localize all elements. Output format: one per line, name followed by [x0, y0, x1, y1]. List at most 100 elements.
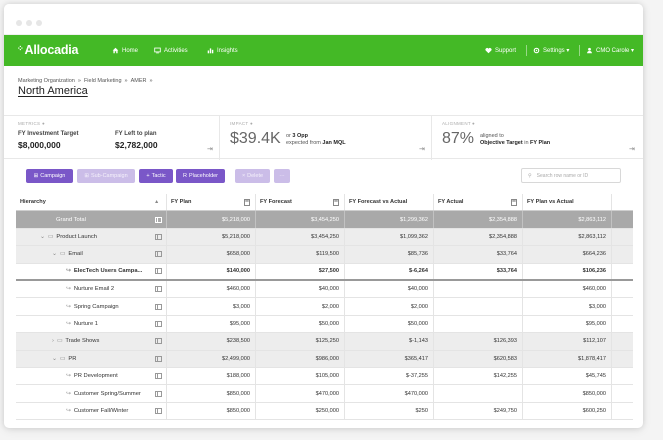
value-cell[interactable]: $125,250: [255, 333, 344, 350]
nav-home[interactable]: Home: [112, 47, 138, 54]
value-cell[interactable]: [433, 281, 522, 298]
hierarchy-cell[interactable]: ↪ Customer Spring/Summer: [16, 385, 166, 401]
value-cell[interactable]: $112,107: [522, 333, 611, 350]
table-row[interactable]: ⌄ ▭ PR $2,499,000 $986,000 $365,417 $620,583 $1…: [16, 350, 633, 368]
value-cell[interactable]: $470,000: [255, 385, 344, 402]
hierarchy-cell[interactable]: Grand Total: [16, 211, 166, 227]
breadcrumb-item[interactable]: AMER: [131, 78, 147, 84]
value-cell[interactable]: $365,417: [344, 350, 433, 367]
table-row[interactable]: ↪ Nurture 1 $95,000 $50,000 $50,000 $95,000: [16, 315, 633, 334]
value-cell[interactable]: $3,000: [522, 298, 611, 315]
window-close-dot[interactable]: [16, 20, 22, 26]
value-cell[interactable]: $850,000: [166, 402, 255, 420]
nav-user-menu[interactable]: CMO Carole ▾: [586, 47, 634, 54]
value-cell[interactable]: $2,000: [344, 298, 433, 315]
grand-total-row[interactable]: Grand Total $5,218,000 $3,454,250 $1,299,36…: [16, 211, 633, 229]
value-cell[interactable]: $850,000: [522, 385, 611, 402]
chevron-down-icon[interactable]: ⌄: [52, 356, 57, 362]
value-cell[interactable]: $1,099,362: [344, 228, 433, 246]
hierarchy-cell[interactable]: ⌄ ▭ PR: [16, 351, 166, 367]
value-cell[interactable]: $250,000: [255, 402, 344, 420]
value-cell[interactable]: $126,393: [433, 333, 522, 350]
value-cell[interactable]: $-1,143: [344, 333, 433, 350]
value-cell[interactable]: $27,500: [255, 263, 344, 279]
value-cell[interactable]: $3,454,250: [255, 211, 344, 228]
expand-alignment-icon[interactable]: ⇥: [629, 145, 635, 153]
hierarchy-cell[interactable]: ↪ Customer Fall/Winter: [16, 403, 166, 419]
header-fy-actual[interactable]: FY Actual: [433, 194, 522, 211]
calculator-icon[interactable]: [244, 198, 250, 206]
table-row[interactable]: ↪ Nurture Email 2 $460,000 $40,000 $40,000 $4…: [16, 281, 633, 299]
nav-insights[interactable]: Insights: [207, 47, 238, 54]
nav-activities[interactable]: Activities: [154, 47, 188, 54]
chevron-down-icon[interactable]: ⌄: [52, 251, 57, 257]
expand-metrics-icon[interactable]: ⇥: [207, 145, 213, 153]
value-cell[interactable]: $105,000: [255, 368, 344, 385]
value-cell[interactable]: $2,863,112: [522, 211, 611, 228]
value-cell[interactable]: $249,750: [433, 402, 522, 420]
value-cell[interactable]: $460,000: [166, 281, 255, 298]
value-cell[interactable]: $986,000: [255, 350, 344, 367]
value-cell[interactable]: $142,255: [433, 368, 522, 385]
value-cell[interactable]: [433, 385, 522, 402]
table-row[interactable]: ↪ Customer Fall/Winter $850,000 $250,000 $25…: [16, 402, 633, 421]
value-cell[interactable]: $188,000: [166, 368, 255, 385]
breadcrumb-item[interactable]: Marketing Organization: [18, 78, 75, 84]
value-cell[interactable]: $95,000: [166, 315, 255, 333]
value-cell[interactable]: $850,000: [166, 385, 255, 402]
value-cell[interactable]: $33,764: [433, 246, 522, 263]
hierarchy-cell[interactable]: ↪ PR Development: [16, 368, 166, 384]
value-cell[interactable]: $106,236: [522, 263, 611, 279]
hierarchy-cell[interactable]: ↪ Nurture Email 2: [16, 281, 166, 297]
row-details-icon[interactable]: [155, 390, 162, 397]
table-row[interactable]: ↪ PR Development $188,000 $105,000 $-37,255 $…: [16, 368, 633, 386]
table-row[interactable]: ↪ Customer Spring/Summer $850,000 $470,000 $…: [16, 385, 633, 403]
add-campaign-button[interactable]: ⊞ Campaign: [26, 169, 73, 183]
value-cell[interactable]: $1,299,362: [344, 211, 433, 228]
row-details-icon[interactable]: [155, 338, 162, 345]
value-cell[interactable]: $5,218,000: [166, 228, 255, 246]
row-details-icon[interactable]: [155, 320, 162, 327]
value-cell[interactable]: $2,000: [255, 298, 344, 315]
value-cell[interactable]: $238,500: [166, 333, 255, 350]
value-cell[interactable]: $40,000: [255, 281, 344, 298]
table-row[interactable]: ⌄ ▭ Email $658,000 $119,500 $85,736 $33,764 $66…: [16, 246, 633, 264]
add-placeholder-button[interactable]: R Placeholder: [176, 169, 225, 183]
value-cell[interactable]: $2,354,888: [433, 211, 522, 228]
value-cell[interactable]: $1,878,417: [522, 350, 611, 367]
value-cell[interactable]: $3,000: [166, 298, 255, 315]
add-tactic-button[interactable]: + Tactic: [139, 169, 173, 183]
hierarchy-cell[interactable]: › ▭ Trade Shows: [16, 333, 166, 349]
value-cell[interactable]: $600,250: [522, 402, 611, 420]
value-cell[interactable]: $140,000: [166, 263, 255, 279]
value-cell[interactable]: $460,000: [522, 281, 611, 298]
table-row[interactable]: ↪ Spring Campaign $3,000 $2,000 $2,000 $3,000: [16, 298, 633, 316]
row-details-icon[interactable]: [155, 303, 162, 310]
value-cell[interactable]: $50,000: [344, 315, 433, 333]
row-details-icon[interactable]: [155, 233, 162, 240]
nav-support[interactable]: Support: [485, 47, 516, 54]
hierarchy-cell[interactable]: ↪ Nurture 1: [16, 316, 166, 332]
value-cell[interactable]: $45,745: [522, 368, 611, 385]
value-cell[interactable]: $85,736: [344, 246, 433, 263]
row-details-icon[interactable]: [155, 251, 162, 258]
header-fy-plan-vs-actual[interactable]: FY Plan vs Actual: [522, 194, 611, 211]
calculator-icon[interactable]: [511, 198, 517, 206]
value-cell[interactable]: $119,500: [255, 246, 344, 263]
header-fy-forecast-vs-actual[interactable]: FY Forecast vs Actual: [344, 194, 433, 211]
table-row[interactable]: ⌄ ▭ Product Launch $5,218,000 $3,454,250 $1,0…: [16, 228, 633, 247]
row-details-icon[interactable]: [155, 373, 162, 380]
allocadia-logo[interactable]: ⁘ Allocadia: [17, 43, 78, 57]
value-cell[interactable]: $470,000: [344, 385, 433, 402]
header-fy-plan[interactable]: FY Plan: [166, 194, 255, 211]
value-cell[interactable]: $-37,255: [344, 368, 433, 385]
value-cell[interactable]: $658,000: [166, 246, 255, 263]
value-cell[interactable]: $664,236: [522, 246, 611, 263]
row-details-icon[interactable]: [155, 286, 162, 293]
window-maximize-dot[interactable]: [36, 20, 42, 26]
calculator-icon[interactable]: [333, 198, 339, 206]
value-cell[interactable]: $620,583: [433, 350, 522, 367]
table-row[interactable]: ↪ ElecTech Users Campa... $140,000 $27,500 $…: [16, 263, 633, 281]
nav-settings[interactable]: Settings ▾: [533, 47, 569, 54]
value-cell[interactable]: $5,218,000: [166, 211, 255, 228]
